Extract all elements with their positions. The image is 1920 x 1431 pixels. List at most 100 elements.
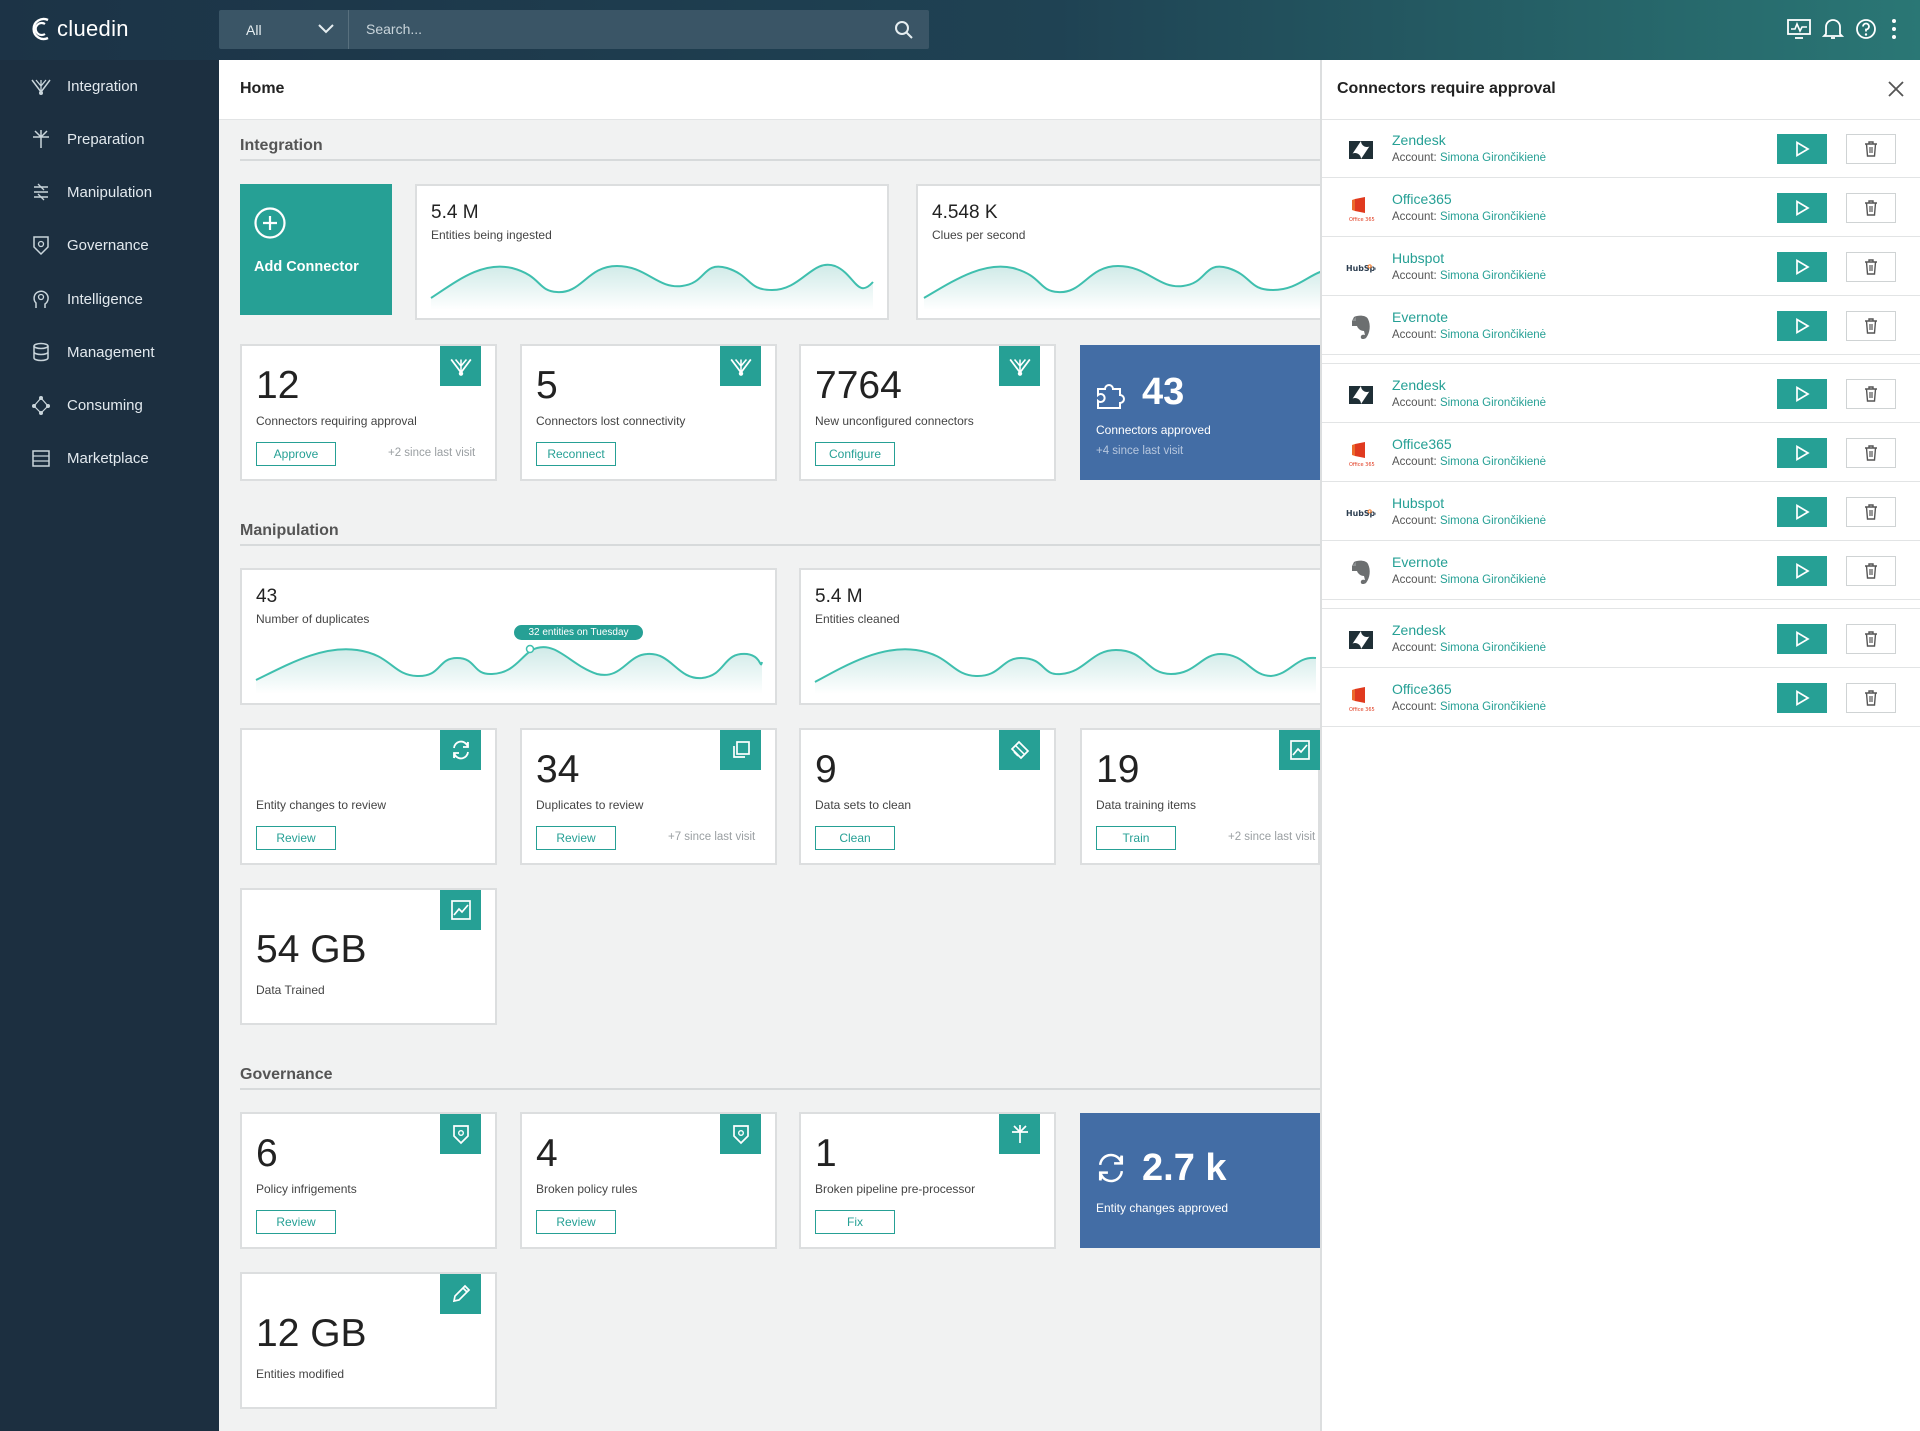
clues-value: 4.548 K: [932, 202, 998, 223]
connector-name[interactable]: Office365: [1392, 681, 1452, 697]
connector-row: HubSpot Hubspot Account: Simona Girončikie…: [1322, 238, 1920, 296]
search-scope-select[interactable]: All: [219, 10, 349, 49]
review-button[interactable]: Review: [256, 1210, 336, 1234]
delete-button[interactable]: [1846, 134, 1896, 164]
connector-name[interactable]: Hubspot: [1392, 250, 1444, 266]
delete-button[interactable]: [1846, 556, 1896, 586]
delete-button[interactable]: [1846, 193, 1896, 223]
unconfigured-connectors-card: 7764 New unconfigured connectors Configu…: [799, 344, 1056, 481]
approve-button[interactable]: Approve: [256, 442, 336, 466]
account-link[interactable]: Simona Girončikienė: [1440, 152, 1546, 164]
sidebar-item-intelligence[interactable]: Intelligence: [0, 277, 219, 321]
sidebar-item-management[interactable]: Management: [0, 330, 219, 374]
intelligence-icon: [30, 288, 52, 310]
account-label: Account:: [1392, 397, 1437, 409]
connector-name[interactable]: Office365: [1392, 191, 1452, 207]
clean-button[interactable]: Clean: [815, 826, 895, 850]
approve-play-button[interactable]: [1777, 497, 1827, 527]
clues-label: Clues per second: [932, 228, 1026, 242]
train-button[interactable]: Train: [1096, 826, 1176, 850]
delete-button[interactable]: [1846, 683, 1896, 713]
delete-button[interactable]: [1846, 497, 1896, 527]
approve-play-button[interactable]: [1777, 134, 1827, 164]
entity-changes-approved-card: 2.7 k Entity changes approved: [1080, 1113, 1320, 1248]
brand-name: cluedin: [57, 16, 129, 41]
office365-logo: Office 365: [1346, 441, 1376, 467]
connector-name[interactable]: Hubspot: [1392, 495, 1444, 511]
connector-account: Account: Simona Girončikienė: [1392, 456, 1546, 468]
connector-account: Account: Simona Girončikienė: [1392, 152, 1546, 164]
account-link[interactable]: Simona Girončikienė: [1440, 397, 1546, 409]
account-link[interactable]: Simona Girončikienė: [1440, 701, 1546, 713]
sidebar-item-governance[interactable]: Governance: [0, 223, 219, 267]
reconnect-button[interactable]: Reconnect: [536, 442, 616, 466]
account-link[interactable]: Simona Girončikienė: [1440, 642, 1546, 654]
group-divider: [1322, 603, 1920, 609]
account-link[interactable]: Simona Girončikienė: [1440, 574, 1546, 586]
eraser-icon: [999, 730, 1040, 770]
delete-button[interactable]: [1846, 624, 1896, 654]
play-icon: [1796, 386, 1810, 402]
sidebar-item-manipulation[interactable]: Manipulation: [0, 170, 219, 214]
account-link[interactable]: Simona Girončikienė: [1440, 515, 1546, 527]
connector-name[interactable]: Zendesk: [1392, 132, 1446, 148]
notification-bell-icon[interactable]: [1822, 18, 1844, 40]
account-link[interactable]: Simona Girončikienė: [1440, 270, 1546, 282]
logo[interactable]: cluedin: [28, 14, 129, 44]
review-button[interactable]: Review: [536, 1210, 616, 1234]
approve-play-button[interactable]: [1777, 193, 1827, 223]
more-vertical-icon[interactable]: [1890, 18, 1898, 40]
search-icon[interactable]: [894, 20, 914, 40]
connector-name[interactable]: Evernote: [1392, 554, 1448, 570]
integration-icon: [30, 75, 52, 97]
connector-account: Account: Simona Girončikienė: [1392, 270, 1546, 282]
configure-button[interactable]: Configure: [815, 442, 895, 466]
account-link[interactable]: Simona Girončikienė: [1440, 211, 1546, 223]
delete-button[interactable]: [1846, 311, 1896, 341]
search-input[interactable]: Search...: [366, 21, 422, 37]
connector-name[interactable]: Office365: [1392, 436, 1452, 452]
approve-play-button[interactable]: [1777, 311, 1827, 341]
approve-play-button[interactable]: [1777, 252, 1827, 282]
connector-name[interactable]: Zendesk: [1392, 377, 1446, 393]
approve-play-button[interactable]: [1777, 379, 1827, 409]
review-button[interactable]: Review: [536, 826, 616, 850]
connector-row: Office 365 Office365 Account: Simona Giron…: [1322, 669, 1920, 727]
delete-button[interactable]: [1846, 438, 1896, 468]
section-title-governance: Governance: [240, 1066, 333, 1083]
close-icon[interactable]: [1886, 79, 1906, 99]
activity-monitor-icon[interactable]: [1787, 18, 1811, 40]
delete-button[interactable]: [1846, 379, 1896, 409]
connector-row: HubSpot Hubspot Account: Simona Girončikie…: [1322, 483, 1920, 541]
sidebar-item-preparation[interactable]: Preparation: [0, 117, 219, 161]
sidebar-item-integration[interactable]: Integration: [0, 64, 219, 108]
review-button[interactable]: Review: [256, 826, 336, 850]
approve-play-button[interactable]: [1777, 624, 1827, 654]
account-label: Account:: [1392, 270, 1437, 282]
approve-play-button[interactable]: [1777, 556, 1827, 586]
chevron-down-icon: [318, 24, 334, 34]
approve-play-button[interactable]: [1777, 438, 1827, 468]
since-last-visit: +2 since last visit: [1228, 831, 1316, 843]
trash-icon: [1865, 141, 1877, 157]
stat-value: 1: [815, 1132, 837, 1175]
help-icon[interactable]: [1855, 18, 1877, 40]
approve-play-button[interactable]: [1777, 683, 1827, 713]
shield-icon: [440, 1114, 481, 1154]
sidebar-item-marketplace[interactable]: Marketplace: [0, 436, 219, 480]
play-icon: [1796, 259, 1810, 275]
connector-name[interactable]: Evernote: [1392, 309, 1448, 325]
stat-value: 7764: [815, 364, 902, 407]
account-link[interactable]: Simona Girončikienė: [1440, 329, 1546, 341]
sidebar-item-consuming[interactable]: Consuming: [0, 383, 219, 427]
delete-button[interactable]: [1846, 252, 1896, 282]
hubspot-logo: HubSpot: [1346, 500, 1376, 526]
fix-button[interactable]: Fix: [815, 1210, 895, 1234]
add-connector-label: Add Connector: [254, 259, 359, 275]
add-connector-button[interactable]: Add Connector: [240, 184, 392, 315]
broken-pipeline-card: 1 Broken pipeline pre-processor Fix: [799, 1112, 1056, 1249]
account-link[interactable]: Simona Girončikienė: [1440, 456, 1546, 468]
connector-name[interactable]: Zendesk: [1392, 622, 1446, 638]
entity-changes-card: Entity changes to review Review: [240, 728, 497, 865]
integration-icon: [999, 346, 1040, 386]
